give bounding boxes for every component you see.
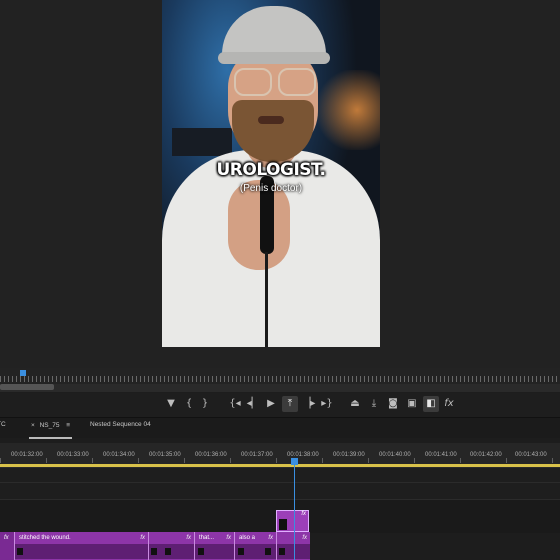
step-forward-icon[interactable]: ▕▸ xyxy=(301,396,317,412)
timeline-tab-bar: TC × NS_75 ≡ Nested Sequence 04 xyxy=(0,418,560,439)
mark-in-icon[interactable]: { xyxy=(181,396,197,412)
tab-ns-75-label: NS_75 xyxy=(39,422,60,429)
caption-clip[interactable]: fx xyxy=(148,532,194,560)
go-to-in-icon[interactable]: {◂ xyxy=(227,396,243,412)
video-frame[interactable]: UROLOGIST. (Penis doctor) xyxy=(162,0,380,347)
fx-badge: fx xyxy=(186,535,191,541)
marker-icon[interactable]: ▼ xyxy=(163,396,179,412)
close-icon[interactable]: × xyxy=(31,422,35,429)
caption-clip-label: stitched the wound. xyxy=(19,535,71,541)
program-monitor: UROLOGIST. (Penis doctor) xyxy=(0,0,560,368)
glasses-left-lens xyxy=(234,68,272,96)
clip-body xyxy=(195,544,234,559)
clip-body xyxy=(235,544,276,559)
fx-badge: fx xyxy=(4,535,9,541)
clip-thumbnail xyxy=(279,519,287,530)
caption-clip[interactable]: also a fx xyxy=(234,532,276,560)
monitor-playhead[interactable] xyxy=(20,370,26,376)
caption-subtitle: (Penis doctor) xyxy=(239,183,303,194)
tab-menu-icon[interactable]: ≡ xyxy=(66,422,70,429)
person-cap-brim xyxy=(218,52,330,64)
caption-clip[interactable]: stitched the wound. fx xyxy=(14,532,148,560)
clip-body xyxy=(15,544,148,559)
microphone-cable xyxy=(265,252,268,347)
clip-body xyxy=(149,544,194,559)
tab-ns-75[interactable]: × NS_75 ≡ xyxy=(29,418,73,439)
caption-clip-label: that... xyxy=(199,535,215,541)
timeline-ruler-ticks xyxy=(0,458,560,463)
clip-marker xyxy=(198,548,204,555)
fx-badge: fx xyxy=(302,535,307,541)
monitor-zoom-bar[interactable] xyxy=(0,384,560,392)
insert-icon[interactable]: ⤒ xyxy=(282,396,298,412)
background-shelf xyxy=(172,128,232,156)
fx-icon[interactable]: fx xyxy=(441,396,457,412)
camera-icon[interactable]: ◙ xyxy=(385,396,401,412)
settings-icon[interactable]: ▣ xyxy=(404,396,420,412)
play-icon[interactable]: ▶ xyxy=(263,396,279,412)
step-back-icon[interactable]: ◂▏ xyxy=(245,396,261,412)
fx-badge: fx xyxy=(140,535,145,541)
caption-clip[interactable]: fx xyxy=(276,532,310,560)
video-track-2[interactable] xyxy=(0,482,560,499)
clip-marker xyxy=(238,548,244,555)
monitor-time-ruler[interactable] xyxy=(0,368,560,384)
video-track-3[interactable] xyxy=(0,467,560,482)
caption-title: UROLOGIST. xyxy=(216,160,326,180)
background-light xyxy=(312,70,380,150)
compare-icon[interactable]: ◧ xyxy=(423,396,439,412)
lift-icon[interactable]: ⏏ xyxy=(347,396,363,412)
caption-clip-label: also a xyxy=(239,535,256,541)
mark-out-icon[interactable]: } xyxy=(197,396,213,412)
clip-marker xyxy=(17,548,23,555)
monitor-zoom-handle[interactable] xyxy=(0,384,54,390)
timeline-playhead-line[interactable] xyxy=(294,465,295,560)
fx-badge: fx xyxy=(301,511,306,517)
tab-partial[interactable]: TC xyxy=(0,421,6,428)
go-to-out-icon[interactable]: ▸} xyxy=(319,396,335,412)
tab-nested-sequence-04[interactable]: Nested Sequence 04 xyxy=(90,421,151,428)
clip-marker xyxy=(151,548,157,555)
caption-clip[interactable]: that... fx xyxy=(194,532,234,560)
fx-badge: fx xyxy=(268,535,273,541)
clip-marker xyxy=(265,548,271,555)
timeline-playhead-handle[interactable] xyxy=(291,458,298,465)
person-mouth xyxy=(258,116,284,124)
nested-sequence-clip[interactable]: fx xyxy=(276,510,309,532)
clip-marker xyxy=(279,548,285,555)
glasses-right-lens xyxy=(278,68,316,96)
transport-controls: ▼ { } {◂ ◂▏ ▶ ⤒ ▕▸ ▸} ⏏ ⤓ ◙ ▣ ◧ fx xyxy=(0,393,560,418)
monitor-ruler-ticks xyxy=(0,376,560,382)
extract-icon[interactable]: ⤓ xyxy=(366,396,382,412)
clip-marker xyxy=(165,548,171,555)
fx-badge: fx xyxy=(226,535,231,541)
